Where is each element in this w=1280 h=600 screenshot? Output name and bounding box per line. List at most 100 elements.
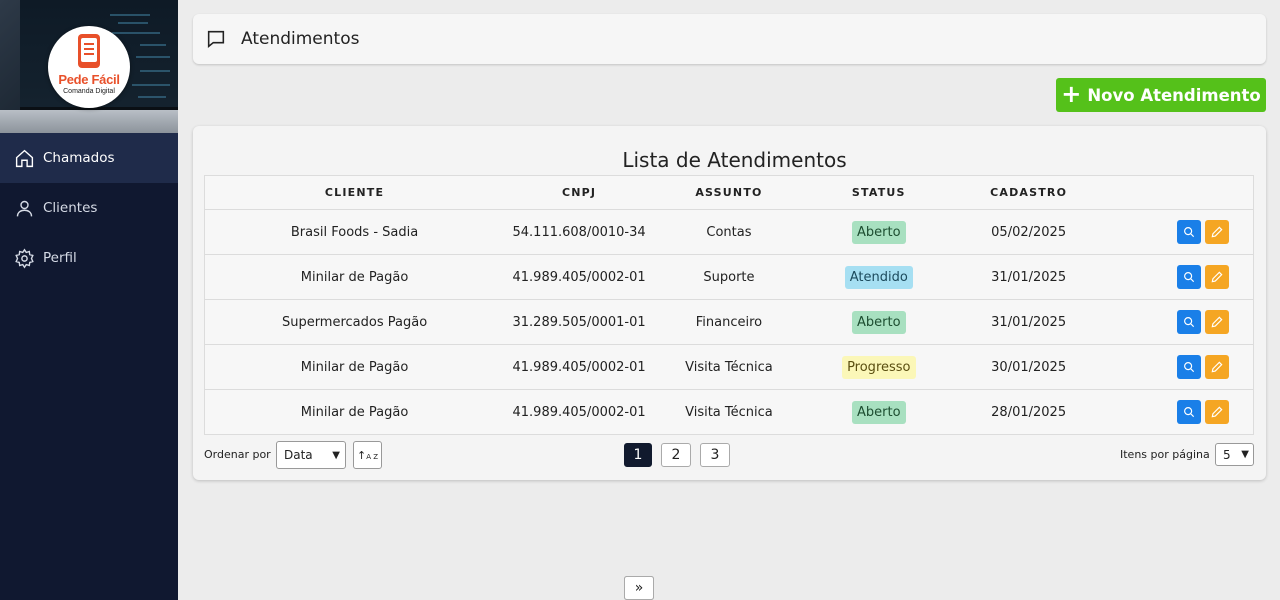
view-button[interactable]	[1177, 355, 1202, 379]
cell-actions	[1103, 209, 1254, 255]
page-button-1[interactable]: 1	[624, 443, 652, 467]
brand-logo[interactable]: Pede Fácil Comanda Digital	[48, 26, 130, 108]
last-page-button[interactable]: »	[624, 576, 654, 600]
cell-assunto: Visita Técnica	[654, 389, 804, 435]
list-card: Lista de Atendimentos CLIENTE CNPJ ASSUN…	[193, 126, 1266, 600]
edit-button[interactable]	[1205, 310, 1230, 334]
page-header: Atendimentos	[193, 14, 1266, 64]
cell-cliente: Minilar de Pagão	[204, 389, 505, 435]
pencil-icon	[1211, 361, 1223, 373]
page-button-2[interactable]: 2	[661, 443, 691, 467]
cell-actions	[1103, 344, 1254, 390]
edit-button[interactable]	[1205, 220, 1230, 244]
sidebar: Pede Fácil Comanda Digital Chamados Clie…	[0, 0, 178, 600]
cell-cadastro: 30/01/2025	[953, 344, 1104, 390]
cell-cliente: Minilar de Pagão	[204, 254, 505, 300]
view-button[interactable]	[1177, 400, 1202, 424]
row-actions	[1104, 220, 1253, 244]
atendimentos-table: CLIENTE CNPJ ASSUNTO STATUS CADASTRO Bra…	[204, 175, 1254, 435]
status-badge: Aberto	[852, 220, 906, 244]
sidebar-item-perfil[interactable]: Perfil	[0, 233, 178, 283]
sidebar-item-chamados[interactable]: Chamados	[0, 133, 178, 183]
cell-cadastro: 31/01/2025	[953, 254, 1104, 300]
row-actions	[1104, 265, 1253, 289]
laptop-keyboard-image	[0, 110, 178, 133]
table-header-row: CLIENTE CNPJ ASSUNTO STATUS CADASTRO	[204, 175, 1254, 210]
table-row: Minilar de Pagão 41.989.405/0002-01 Visita…	[204, 344, 1254, 390]
home-icon	[15, 149, 34, 167]
search-icon	[1184, 407, 1195, 418]
cell-status: Aberto	[803, 389, 954, 435]
list-title: Lista de Atendimentos	[622, 148, 847, 172]
cell-cnpj: 31.289.505/0001-01	[504, 299, 655, 345]
chevron-down-icon: ▼	[1241, 449, 1249, 460]
page-title: Atendimentos	[241, 29, 360, 49]
pencil-icon	[1211, 316, 1223, 328]
gear-icon	[15, 247, 34, 269]
search-icon	[1184, 362, 1195, 373]
cell-cliente: Minilar de Pagão	[204, 344, 505, 390]
status-badge: Progresso	[842, 355, 916, 379]
column-header-cadastro: CADASTRO	[953, 175, 1104, 210]
sidebar-hero-image: Pede Fácil Comanda Digital	[0, 0, 178, 133]
sidebar-item-clientes[interactable]: Clientes	[0, 183, 178, 233]
sidebar-nav: Chamados Clientes Perfil	[0, 133, 178, 283]
items-per-page-value: 5	[1223, 447, 1231, 462]
sidebar-item-label: Clientes	[43, 200, 98, 216]
view-button[interactable]	[1177, 265, 1202, 289]
table-row: Supermercados Pagão 31.289.505/0001-01 Fin…	[204, 299, 1254, 345]
cell-cadastro: 28/01/2025	[953, 389, 1104, 435]
table-row: Minilar de Pagão 41.989.405/0002-01 Visita…	[204, 389, 1254, 435]
cell-cnpj: 41.989.405/0002-01	[504, 254, 655, 300]
edit-button[interactable]	[1205, 400, 1230, 424]
row-actions	[1104, 355, 1253, 379]
search-icon	[1184, 227, 1195, 238]
status-badge: Aberto	[852, 310, 906, 334]
cell-status: Progresso	[803, 344, 954, 390]
row-actions	[1104, 400, 1253, 424]
view-button[interactable]	[1177, 310, 1202, 334]
cell-assunto: Contas	[654, 209, 804, 255]
sidebar-item-label: Perfil	[43, 250, 77, 266]
column-header-cliente: CLIENTE	[204, 175, 505, 210]
pencil-icon	[1211, 226, 1223, 238]
sidebar-item-label: Chamados	[43, 150, 115, 166]
cell-status: Aberto	[803, 299, 954, 345]
column-header-assunto: ASSUNTO	[654, 175, 804, 210]
cell-status: Atendido	[803, 254, 954, 300]
sort-alpha-icon: ↑A Z	[356, 448, 379, 462]
cell-cliente: Supermercados Pagão	[204, 299, 505, 345]
pencil-icon	[1211, 271, 1223, 283]
table-row: Minilar de Pagão 41.989.405/0002-01 Suport…	[204, 254, 1254, 300]
cell-assunto: Visita Técnica	[654, 344, 804, 390]
pencil-icon	[1211, 406, 1223, 418]
items-per-page-label: Itens por página	[1120, 448, 1210, 461]
sort-direction-button[interactable]: ↑A Z	[353, 441, 382, 469]
column-header-cnpj: CNPJ	[504, 175, 655, 210]
order-by-select[interactable]: Data ▼	[276, 441, 346, 469]
new-atendimento-button[interactable]: + Novo Atendimento	[1056, 78, 1266, 112]
cell-cnpj: 41.989.405/0002-01	[504, 389, 655, 435]
items-per-page-select[interactable]: 5 ▼	[1215, 443, 1254, 466]
status-badge: Atendido	[844, 265, 913, 289]
plus-icon: +	[1061, 80, 1082, 108]
edit-button[interactable]	[1205, 265, 1230, 289]
cell-assunto: Suporte	[654, 254, 804, 300]
page-button-3[interactable]: 3	[700, 443, 730, 467]
order-by-label: Ordenar por	[204, 448, 271, 461]
table-row: Brasil Foods - Sadia 54.111.608/0010-34 Co…	[204, 209, 1254, 255]
search-icon	[1184, 272, 1195, 283]
cell-cadastro: 31/01/2025	[953, 299, 1104, 345]
column-header-actions	[1103, 175, 1254, 210]
chat-icon	[207, 30, 225, 48]
cell-assunto: Financeiro	[654, 299, 804, 345]
search-icon	[1184, 317, 1195, 328]
cell-cadastro: 05/02/2025	[953, 209, 1104, 255]
row-actions	[1104, 310, 1253, 334]
cell-actions	[1103, 254, 1254, 300]
edit-button[interactable]	[1205, 355, 1230, 379]
brand-name: Pede Fácil	[58, 72, 120, 87]
view-button[interactable]	[1177, 220, 1202, 244]
user-icon	[16, 200, 33, 216]
cell-actions	[1103, 299, 1254, 345]
